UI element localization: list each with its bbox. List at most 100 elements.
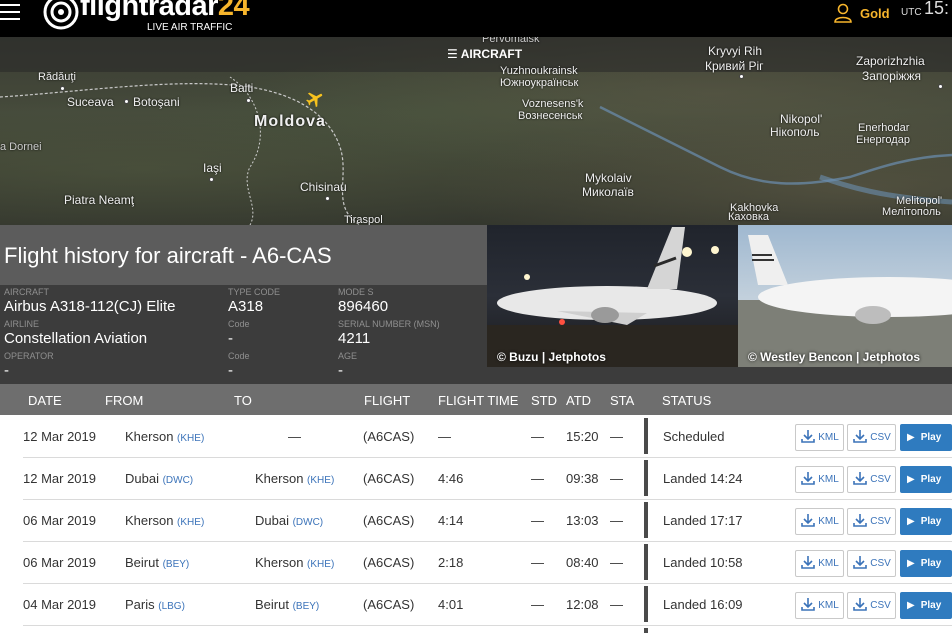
- play-label: Play: [920, 432, 942, 443]
- play-icon: ▶: [907, 558, 915, 569]
- row-from: Kherson (KHE): [125, 513, 204, 528]
- kml-download-button[interactable]: KML: [795, 550, 844, 577]
- row-to: Dubai (DWC): [255, 513, 323, 528]
- to-airport-code-link[interactable]: (DWC): [293, 517, 324, 528]
- to-city: Kherson: [255, 471, 304, 486]
- play-button[interactable]: ▶ Play: [900, 592, 952, 619]
- to-city: —: [288, 429, 301, 444]
- aircraft-icon[interactable]: [304, 89, 326, 109]
- csv-label: CSV: [870, 432, 891, 443]
- aircraft-menu-button[interactable]: ☰ AIRCRAFT: [447, 47, 522, 61]
- city-dot: [938, 84, 943, 89]
- photo-strip: [487, 367, 952, 384]
- play-icon: ▶: [907, 474, 915, 485]
- col-from[interactable]: FROM: [105, 393, 143, 408]
- kml-download-button[interactable]: KML: [795, 592, 844, 619]
- map-label-chisinau: Chisinau: [300, 180, 347, 194]
- table-row[interactable]: 06 Mar 2019 Kherson (KHE) Dubai (DWC) (A6CA…: [23, 500, 952, 542]
- play-button[interactable]: ▶ Play: [900, 466, 952, 493]
- map-label-balti: Balti: [230, 81, 254, 95]
- csv-download-button[interactable]: CSV: [847, 424, 896, 451]
- account-button[interactable]: Gold: [834, 2, 890, 24]
- map-label-zaporizhzhia: Zaporizhzhia: [856, 54, 925, 68]
- from-city: Kherson: [125, 429, 174, 444]
- table-row[interactable]: 12 Mar 2019 Kherson (KHE) — (A6CAS) — — 15:20 —…: [23, 416, 952, 458]
- row-sta: —: [610, 429, 623, 444]
- aircraft-photo-2[interactable]: © Westley Bencon | Jetphotos: [738, 225, 952, 367]
- table-row[interactable]: 12 Mar 2019 Dubai (DWC) Kherson (KHE) (A6CA…: [23, 458, 952, 500]
- row-to: Kherson (KHE): [255, 471, 334, 486]
- map-label-voznesensk-cyr: Вознесенськ: [518, 110, 583, 122]
- csv-download-button[interactable]: CSV: [847, 466, 896, 493]
- utc-label: UTC: [901, 7, 922, 18]
- play-button[interactable]: ▶ Play: [900, 508, 952, 535]
- csv-download-button[interactable]: CSV: [847, 508, 896, 535]
- col-std[interactable]: STD: [531, 393, 557, 408]
- row-date: 06 Mar 2019: [23, 555, 96, 570]
- row-status: Landed 16:09: [663, 597, 743, 612]
- to-airport-code-link[interactable]: (BEY): [293, 601, 320, 612]
- row-flight-time: —: [438, 429, 451, 444]
- row-atd: 09:38: [566, 471, 599, 486]
- play-button[interactable]: ▶ Play: [900, 550, 952, 577]
- csv-download-button[interactable]: CSV: [847, 592, 896, 619]
- map-label-nikopol: Nikopol': [780, 112, 823, 126]
- col-date[interactable]: DATE: [28, 393, 62, 408]
- city-dot: [739, 74, 744, 79]
- from-airport-code-link[interactable]: (KHE): [177, 517, 204, 528]
- row-std: —: [531, 471, 544, 486]
- csv-download-button[interactable]: CSV: [847, 550, 896, 577]
- table-row[interactable]: 04 Mar 2019 Paris (LBG) Beirut (BEY) (A6CAS…: [23, 584, 952, 626]
- row-from: Paris (LBG): [125, 597, 185, 612]
- col-flight[interactable]: FLIGHT: [364, 393, 410, 408]
- row-date: 12 Mar 2019: [23, 471, 96, 486]
- row-flight: (A6CAS): [363, 429, 415, 444]
- kml-download-button[interactable]: KML: [795, 466, 844, 493]
- from-airport-code-link[interactable]: (KHE): [177, 433, 204, 444]
- row-flight-time: 4:01: [438, 597, 464, 612]
- download-icon: [800, 554, 816, 573]
- col-status[interactable]: STATUS: [662, 393, 711, 408]
- to-city: Beirut: [255, 597, 289, 612]
- mode-s-value: 896460: [338, 298, 389, 315]
- age-label: AGE: [338, 351, 358, 361]
- type-code-value: A318: [228, 298, 264, 315]
- from-airport-code-link[interactable]: (LBG): [158, 601, 185, 612]
- aircraft-photo-1[interactable]: © Buzu | Jetphotos: [487, 225, 738, 367]
- from-city: Dubai: [125, 471, 159, 486]
- map-label-moldova: Moldova: [254, 113, 326, 130]
- row-date: 04 Mar 2019: [23, 597, 96, 612]
- kml-download-button[interactable]: KML: [795, 508, 844, 535]
- table-row[interactable]: 06 Mar 2019 Beirut (BEY) Kherson (KHE) (A6C…: [23, 542, 952, 584]
- from-airport-code-link[interactable]: (DWC): [163, 475, 194, 486]
- status-divider: [644, 586, 648, 622]
- map-label-botosani: Botoşani: [133, 95, 180, 109]
- col-atd[interactable]: ATD: [566, 393, 591, 408]
- from-airport-code-link[interactable]: (BEY): [163, 559, 190, 570]
- row-flight-time: 4:46: [438, 471, 464, 486]
- kml-download-button[interactable]: KML: [795, 424, 844, 451]
- menu-icon[interactable]: [0, 4, 20, 20]
- table-row-partial: [23, 626, 952, 633]
- to-airport-code-link[interactable]: (KHE): [307, 559, 334, 570]
- airline-value: Constellation Aviation: [4, 330, 148, 347]
- play-button[interactable]: ▶ Play: [900, 424, 952, 451]
- col-sta[interactable]: STA: [610, 393, 634, 408]
- download-icon: [852, 470, 868, 489]
- row-sta: —: [610, 555, 623, 570]
- row-sta: —: [610, 597, 623, 612]
- map[interactable]: ☰ AIRCRAFT Pervomaisk Yuzhnoukrainsk Южн…: [0, 37, 952, 225]
- play-label: Play: [920, 600, 942, 611]
- download-icon: [852, 428, 868, 447]
- col-flight-time[interactable]: FLIGHT TIME: [438, 393, 518, 408]
- map-label-voznesensk: Voznesens'k: [522, 98, 584, 110]
- col-to[interactable]: TO: [234, 393, 252, 408]
- top-bar: flightradar24 LIVE AIR TRAFFIC Gold UTC …: [0, 0, 952, 37]
- download-icon: [800, 428, 816, 447]
- photo-1-caption: © Buzu | Jetphotos: [497, 350, 606, 364]
- to-airport-code-link[interactable]: (KHE): [307, 475, 334, 486]
- city-dot: [246, 98, 251, 103]
- row-from: Beirut (BEY): [125, 555, 189, 570]
- row-sta: —: [610, 513, 623, 528]
- csv-label: CSV: [870, 558, 891, 569]
